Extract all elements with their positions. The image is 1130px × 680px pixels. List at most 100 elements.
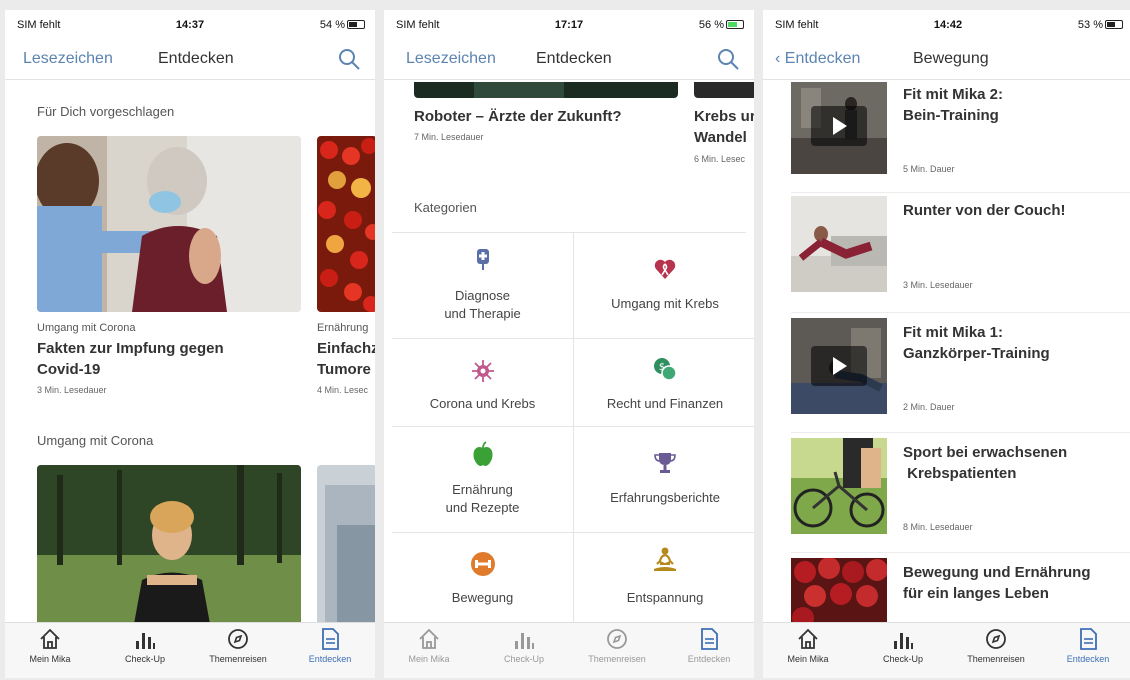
tab-bar: Mein Mika Check-Up Themenreisen Entdecke… bbox=[763, 622, 1130, 678]
tab-label: Entdecken bbox=[308, 654, 352, 664]
video-thumbnail bbox=[791, 318, 887, 414]
tab-bar: Mein Mika Check-Up Themenreisen Entdecke… bbox=[5, 622, 375, 678]
battery-percent: 53 % bbox=[1077, 19, 1103, 31]
category-grid: Diagnose und Therapie Umgang mit Krebs Co… bbox=[392, 232, 754, 622]
bar-chart-icon bbox=[515, 633, 534, 649]
article-image[interactable] bbox=[694, 82, 754, 98]
tab-entdecken[interactable]: Entdecken bbox=[285, 627, 375, 664]
card-title[interactable]: Krebs ur Wandel bbox=[694, 106, 754, 148]
video-thumbnail bbox=[791, 82, 887, 174]
robot-article-image[interactable] bbox=[414, 82, 678, 98]
status-bar: SIM fehlt 14:42 53 % bbox=[763, 10, 1130, 34]
back-button[interactable]: ‹ Entdecken bbox=[775, 50, 860, 68]
food-image[interactable] bbox=[317, 136, 375, 312]
vaccination-image[interactable] bbox=[37, 136, 301, 312]
tab-mein-mika[interactable]: Mein Mika bbox=[5, 627, 95, 664]
bookmarks-link[interactable]: Lesezeichen bbox=[23, 50, 113, 68]
item-title: Fit mit Mika 1: Ganzkörper-Training bbox=[903, 324, 1050, 362]
category-label: Bewegung bbox=[451, 590, 514, 605]
discover-content: Für Dich vorgeschlagen Umgang mit Corona… bbox=[5, 82, 375, 622]
tab-check-up[interactable]: Check-Up bbox=[479, 627, 569, 664]
article-thumbnail bbox=[791, 196, 887, 292]
tab-check-up[interactable]: Check-Up bbox=[858, 627, 948, 664]
article-thumbnail bbox=[791, 558, 887, 622]
tab-label: Mein Mika bbox=[408, 654, 450, 664]
list-item[interactable]: Fit mit Mika 2: Bein-Training 5 Min. Daue… bbox=[791, 82, 1125, 192]
card-title[interactable]: Einfachz Tumore bbox=[317, 338, 375, 380]
battery-icon bbox=[1105, 20, 1123, 29]
item-title: Sport bei erwachsenen Krebspatienten bbox=[903, 444, 1068, 482]
tab-themenreisen[interactable]: Themenreisen bbox=[193, 627, 283, 664]
list-item[interactable]: Runter von der Couch! 3 Min. Lesedauer bbox=[791, 196, 1125, 306]
phone-screen-categories: SIM fehlt 17:17 56 % Lesezeichen Entdeck… bbox=[384, 10, 754, 678]
list-item[interactable]: Sport bei erwachsenen Krebspatienten 8 M… bbox=[791, 438, 1125, 548]
home-icon bbox=[419, 628, 439, 649]
phone-screen-discover: SIM fehlt 14:37 54 % Lesezeichen Entdeck… bbox=[5, 10, 375, 678]
section-title: Für Dich vorgeschlagen bbox=[37, 104, 175, 119]
category-bewegung[interactable]: Bewegung bbox=[392, 533, 574, 622]
meditation-icon bbox=[654, 547, 676, 571]
category-diagnose[interactable]: Diagnose und Therapie bbox=[392, 233, 574, 339]
list-item[interactable]: Fit mit Mika 1: Ganzkörper-Training 2 Min… bbox=[791, 318, 1125, 428]
category-entspannung[interactable]: Entspannung bbox=[574, 533, 754, 622]
back-label: Entdecken bbox=[784, 50, 861, 67]
read-time: 3 Min. Lesedauer bbox=[37, 385, 107, 395]
tab-label: Entdecken bbox=[687, 654, 731, 664]
tab-label: Mein Mika bbox=[29, 654, 71, 664]
outdoor-woman-image[interactable] bbox=[37, 465, 301, 622]
card-title[interactable]: Roboter – Ärzte der Zukunft? bbox=[414, 106, 684, 127]
search-icon[interactable] bbox=[716, 47, 740, 71]
category-corona[interactable]: Corona und Krebs bbox=[392, 339, 574, 427]
tab-label: Themenreisen bbox=[967, 654, 1025, 664]
iv-bag-icon bbox=[476, 249, 489, 270]
category-label: Entspannung bbox=[626, 590, 704, 605]
phone-screen-bewegung: SIM fehlt 14:42 53 % ‹ Entdecken Bewegun… bbox=[763, 10, 1130, 678]
bookmarks-link[interactable]: Lesezeichen bbox=[406, 50, 496, 68]
tab-label: Check-Up bbox=[124, 654, 165, 664]
category-label: Recht und Finanzen bbox=[606, 396, 724, 411]
screenshot-collage: SIM fehlt 14:37 54 % Lesezeichen Entdeck… bbox=[0, 0, 1130, 680]
tab-bar: Mein Mika Check-Up Themenreisen Entdecke… bbox=[384, 622, 754, 678]
tab-themenreisen[interactable]: Themenreisen bbox=[951, 627, 1041, 664]
navigation-bar: ‹ Entdecken Bewegung bbox=[763, 40, 1130, 80]
bar-chart-icon bbox=[136, 633, 155, 649]
navigation-bar: Lesezeichen Entdecken bbox=[384, 40, 754, 80]
page-title: Bewegung bbox=[913, 50, 989, 67]
apple-icon bbox=[473, 441, 492, 466]
category-label: Erfahrungsberichte bbox=[610, 490, 720, 505]
document-icon bbox=[322, 628, 339, 650]
tab-label: Mein Mika bbox=[787, 654, 829, 664]
navigation-bar: Lesezeichen Entdecken bbox=[5, 40, 375, 80]
category-erfahrungsberichte[interactable]: Erfahrungsberichte bbox=[574, 427, 754, 533]
search-icon[interactable] bbox=[337, 47, 361, 71]
tab-entdecken[interactable]: Entdecken bbox=[664, 627, 754, 664]
battery-icon bbox=[347, 20, 365, 29]
read-time: 6 Min. Lesec bbox=[694, 154, 746, 164]
indoor-image[interactable] bbox=[317, 465, 375, 622]
tab-entdecken[interactable]: Entdecken bbox=[1043, 627, 1130, 664]
home-icon bbox=[798, 628, 818, 649]
category-label: Diagnose und Therapie bbox=[444, 288, 521, 321]
category-umgang-mit-krebs[interactable]: Umgang mit Krebs bbox=[574, 233, 754, 339]
status-bar: SIM fehlt 17:17 56 % bbox=[384, 10, 754, 34]
category-recht-finanzen[interactable]: $ Recht und Finanzen bbox=[574, 339, 754, 427]
item-meta: 5 Min. Dauer bbox=[903, 164, 955, 174]
tab-mein-mika[interactable]: Mein Mika bbox=[384, 627, 474, 664]
card-title[interactable]: Fakten zur Impfung gegen Covid-19 bbox=[37, 338, 301, 380]
document-icon bbox=[701, 628, 718, 650]
tab-check-up[interactable]: Check-Up bbox=[100, 627, 190, 664]
heart-ribbon-icon bbox=[654, 259, 676, 279]
tab-mein-mika[interactable]: Mein Mika bbox=[763, 627, 853, 664]
item-title: Bewegung und Ernährung für ein langes Leb… bbox=[903, 564, 1091, 602]
divider bbox=[791, 432, 1130, 433]
item-title: Fit mit Mika 2: Bein-Training bbox=[903, 86, 1004, 124]
tab-themenreisen[interactable]: Themenreisen bbox=[572, 627, 662, 664]
category-ernaehrung[interactable]: Ernährung und Rezepte bbox=[392, 427, 574, 533]
divider bbox=[791, 312, 1130, 313]
tab-label: Themenreisen bbox=[588, 654, 646, 664]
clock: 14:42 bbox=[933, 19, 963, 31]
article-list: Fit mit Mika 2: Bein-Training 5 Min. Daue… bbox=[763, 82, 1130, 622]
dumbbell-icon bbox=[470, 552, 495, 576]
list-item[interactable]: Bewegung und Ernährung für ein langes Leb… bbox=[791, 558, 1125, 622]
battery-indicator: 53 % bbox=[1078, 19, 1123, 31]
